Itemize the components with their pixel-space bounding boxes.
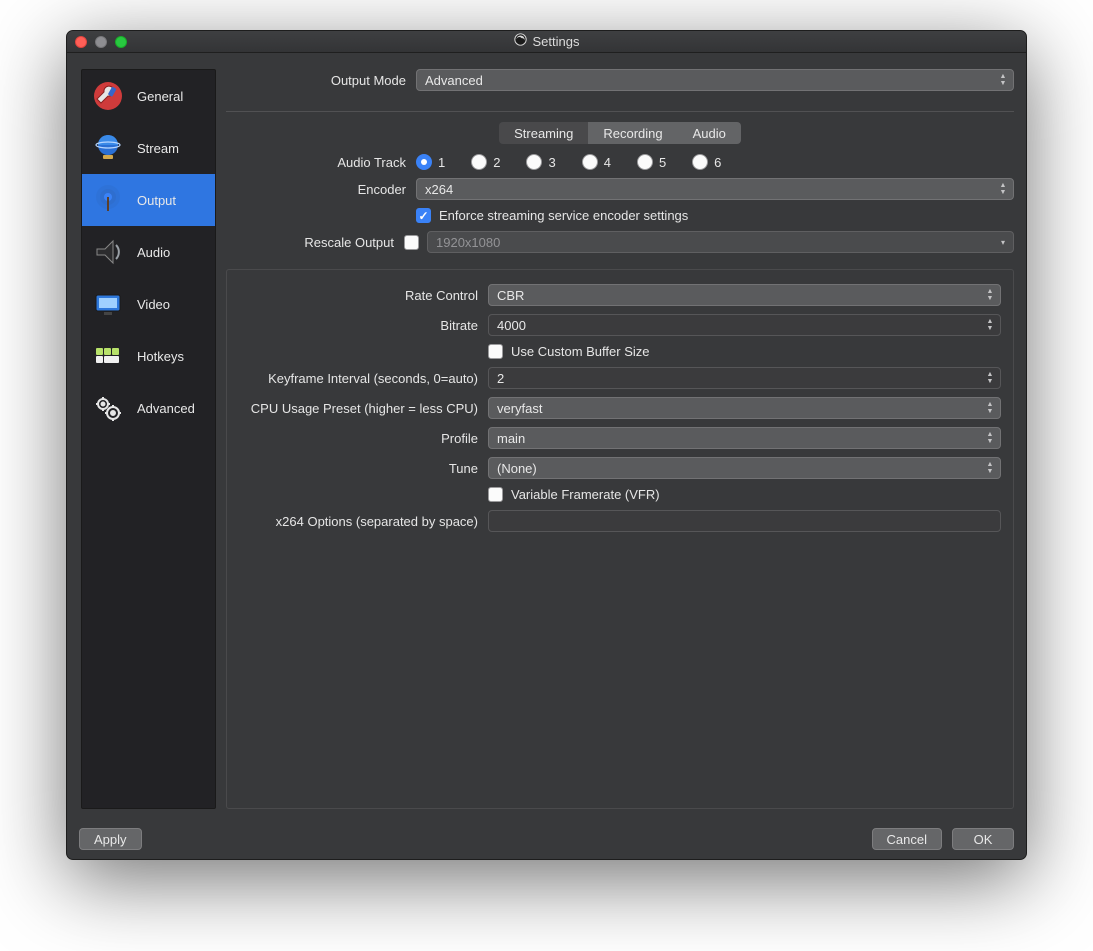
chevron-down-icon: ▾ [997, 234, 1009, 250]
x264-options-label: x264 Options (separated by space) [239, 514, 488, 529]
monitor-video-icon [88, 284, 128, 324]
enforce-encoder-checkbox[interactable] [416, 208, 431, 223]
chevron-updown-icon: ▲▼ [984, 400, 996, 416]
sidebar-item-label: Audio [137, 245, 170, 260]
window-minimize-button[interactable] [95, 36, 107, 48]
x264-options-input[interactable] [488, 510, 1001, 532]
output-mode-select[interactable]: Advanced ▲▼ [416, 69, 1014, 91]
vfr-label: Variable Framerate (VFR) [511, 487, 660, 502]
rescale-output-select[interactable]: 1920x1080 ▾ [427, 231, 1014, 253]
divider [226, 111, 1014, 112]
sidebar: General Stream Output Audio [81, 69, 216, 809]
custom-buffer-checkbox[interactable] [488, 344, 503, 359]
bitrate-value: 4000 [497, 318, 526, 333]
speaker-audio-icon [88, 232, 128, 272]
sidebar-item-advanced[interactable]: Advanced [82, 382, 215, 434]
audio-track-5[interactable]: 5 [637, 154, 666, 170]
sidebar-item-label: Hotkeys [137, 349, 184, 364]
cpu-preset-value: veryfast [497, 401, 543, 416]
wrench-icon [88, 76, 128, 116]
vfr-checkbox[interactable] [488, 487, 503, 502]
encoder-select[interactable]: x264 ▲▼ [416, 178, 1014, 200]
tab-audio[interactable]: Audio [678, 122, 741, 144]
footer: Apply Cancel OK [67, 819, 1026, 859]
chevron-updown-icon: ▲▼ [984, 430, 996, 446]
audio-track-3[interactable]: 3 [526, 154, 555, 170]
bitrate-label: Bitrate [239, 318, 488, 333]
keyframe-input[interactable]: 2 ▲▼ [488, 367, 1001, 389]
ok-button[interactable]: OK [952, 828, 1014, 850]
cancel-button[interactable]: Cancel [872, 828, 942, 850]
tab-recording[interactable]: Recording [588, 122, 677, 144]
enforce-encoder-label: Enforce streaming service encoder settin… [439, 208, 688, 223]
sidebar-item-label: Output [137, 193, 176, 208]
window-close-button[interactable] [75, 36, 87, 48]
rate-control-label: Rate Control [239, 288, 488, 303]
tab-streaming[interactable]: Streaming [499, 122, 588, 144]
chevron-updown-icon: ▲▼ [984, 287, 996, 303]
sidebar-item-output[interactable]: Output [82, 174, 215, 226]
antenna-output-icon [88, 180, 128, 220]
sidebar-item-label: Advanced [137, 401, 195, 416]
encoder-label: Encoder [226, 182, 416, 197]
audio-track-1[interactable]: 1 [416, 154, 445, 170]
sidebar-item-video[interactable]: Video [82, 278, 215, 330]
bitrate-input[interactable]: 4000 ▲▼ [488, 314, 1001, 336]
titlebar: Settings [67, 31, 1026, 53]
profile-select[interactable]: main ▲▼ [488, 427, 1001, 449]
settings-window: Settings General Stream Outp [66, 30, 1027, 860]
custom-buffer-label: Use Custom Buffer Size [511, 344, 649, 359]
profile-label: Profile [239, 431, 488, 446]
sidebar-item-general[interactable]: General [82, 70, 215, 122]
chevron-updown-icon: ▲▼ [984, 460, 996, 476]
rate-control-select[interactable]: CBR ▲▼ [488, 284, 1001, 306]
keyframe-value: 2 [497, 371, 504, 386]
rescale-output-label: Rescale Output [226, 235, 404, 250]
obs-logo-icon [514, 33, 527, 51]
window-maximize-button[interactable] [115, 36, 127, 48]
sidebar-item-label: Stream [137, 141, 179, 156]
tune-select[interactable]: (None) ▲▼ [488, 457, 1001, 479]
tune-value: (None) [497, 461, 537, 476]
rescale-output-checkbox[interactable] [404, 235, 419, 250]
globe-stream-icon [88, 128, 128, 168]
main-panel: Output Mode Advanced ▲▼ Streaming Record… [226, 69, 1014, 809]
profile-value: main [497, 431, 525, 446]
cpu-preset-select[interactable]: veryfast ▲▼ [488, 397, 1001, 419]
audio-track-2[interactable]: 2 [471, 154, 500, 170]
encoder-value: x264 [425, 182, 453, 197]
apply-button[interactable]: Apply [79, 828, 142, 850]
output-mode-label: Output Mode [226, 73, 416, 88]
cpu-preset-label: CPU Usage Preset (higher = less CPU) [239, 401, 488, 416]
stepper-updown-icon[interactable]: ▲▼ [984, 370, 996, 386]
rate-control-value: CBR [497, 288, 524, 303]
chevron-updown-icon: ▲▼ [997, 181, 1009, 197]
sidebar-item-audio[interactable]: Audio [82, 226, 215, 278]
sidebar-item-label: Video [137, 297, 170, 312]
audio-track-4[interactable]: 4 [582, 154, 611, 170]
window-title: Settings [533, 34, 580, 49]
tune-label: Tune [239, 461, 488, 476]
audio-track-6[interactable]: 6 [692, 154, 721, 170]
audio-track-radios: 1 2 3 4 5 6 [416, 154, 721, 170]
sidebar-item-hotkeys[interactable]: Hotkeys [82, 330, 215, 382]
keyframe-label: Keyframe Interval (seconds, 0=auto) [239, 371, 488, 386]
gears-advanced-icon [88, 388, 128, 428]
sidebar-item-label: General [137, 89, 183, 104]
output-tabs: Streaming Recording Audio [226, 122, 1014, 144]
keyboard-hotkeys-icon [88, 336, 128, 376]
encoder-settings-panel: Rate Control CBR ▲▼ Bitrate 4000 ▲▼ [226, 269, 1014, 809]
chevron-updown-icon: ▲▼ [997, 72, 1009, 88]
audio-track-label: Audio Track [226, 155, 416, 170]
sidebar-item-stream[interactable]: Stream [82, 122, 215, 174]
stepper-updown-icon[interactable]: ▲▼ [984, 317, 996, 333]
rescale-output-value: 1920x1080 [436, 235, 500, 250]
output-mode-value: Advanced [425, 73, 483, 88]
